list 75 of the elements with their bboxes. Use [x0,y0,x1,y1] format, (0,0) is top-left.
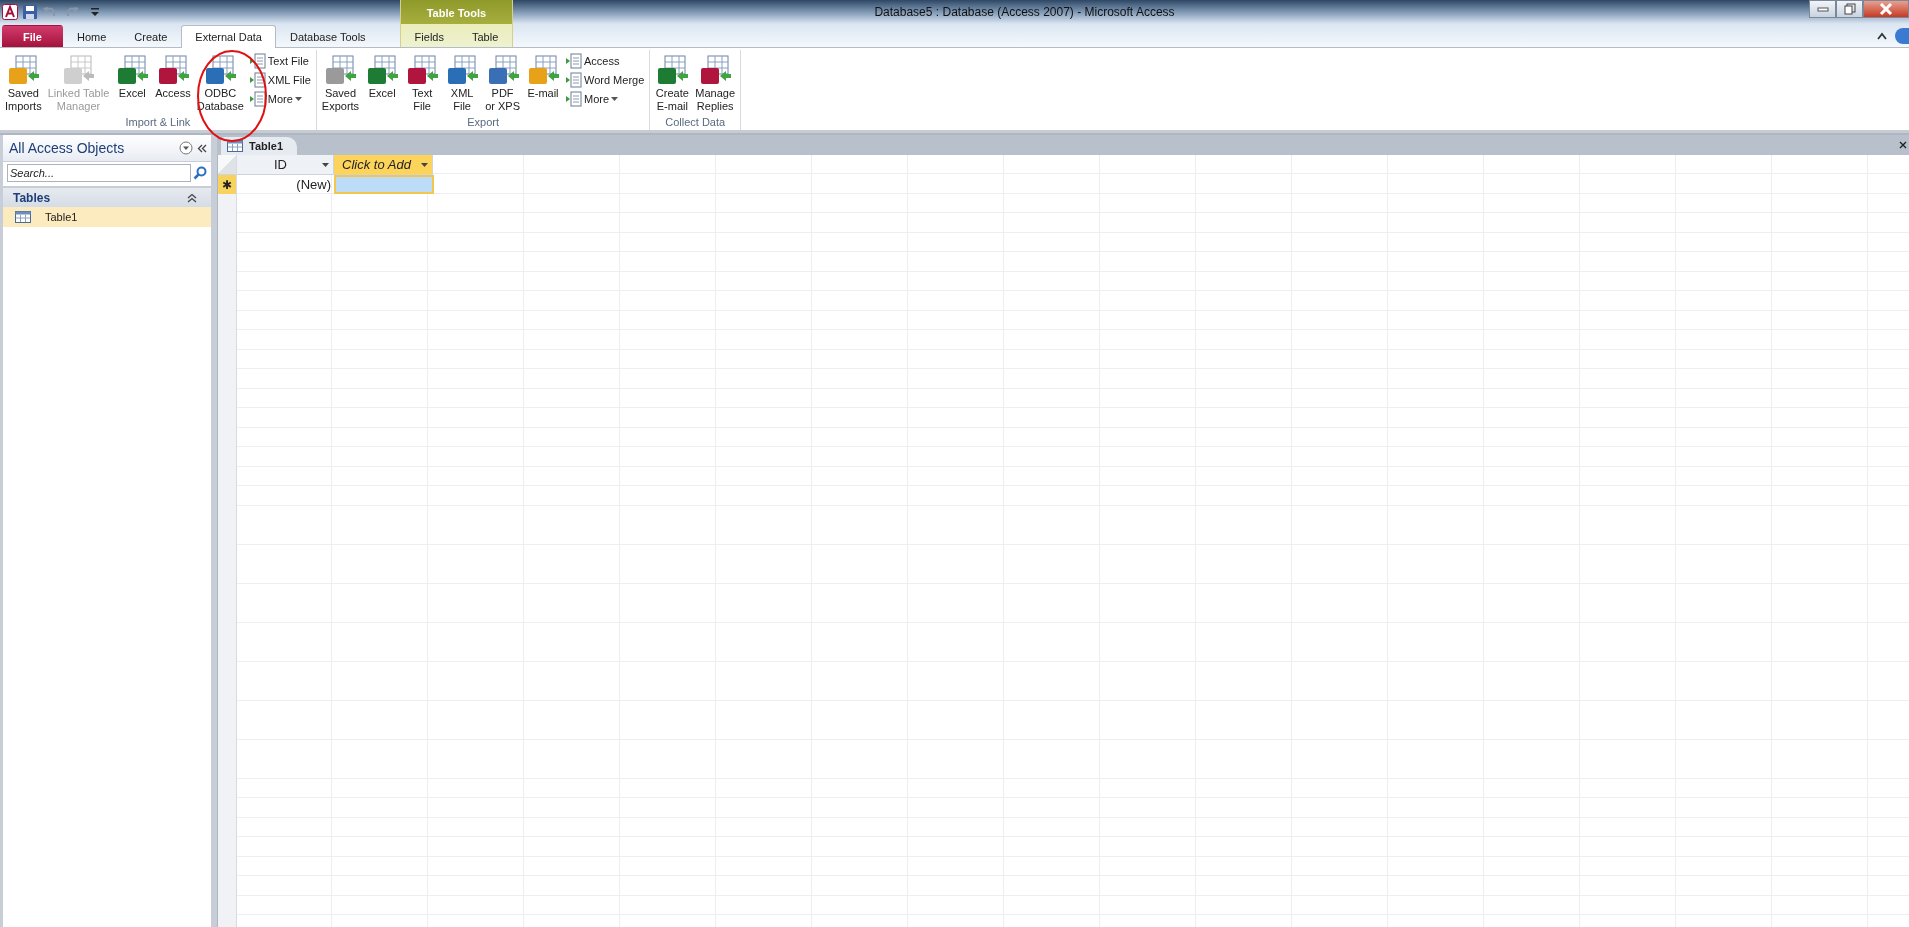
undo-icon[interactable] [42,5,62,19]
customize-toolbar-icon[interactable] [90,6,100,18]
table-arrow-icon [6,54,41,86]
dropdown-caret-icon [421,162,428,167]
dropdown-caret-icon [322,162,329,167]
ribbon-tab[interactable]: External Data [181,25,276,48]
table-arrow-icon [698,54,733,86]
column-header[interactable]: ID [237,155,334,175]
ribbon-button[interactable]: Access [152,50,194,115]
add-column-header[interactable]: Click to Add [334,155,433,175]
table-arrow-icon [405,54,440,86]
collapse-pane-icon[interactable] [197,143,207,153]
table-cell-text: (New) [295,176,332,194]
ribbon-button[interactable]: Saved Imports [2,50,45,115]
ribbon-button[interactable]: Excel [112,50,153,115]
table-arrow-icon [445,54,480,86]
minimize-button[interactable] [1809,0,1836,18]
ribbon-button[interactable]: Word Merge [566,71,645,89]
ribbon-button[interactable]: More [249,90,311,108]
close-button[interactable] [1863,0,1909,18]
save-icon[interactable] [22,4,38,20]
close-document-icon[interactable] [1899,139,1907,151]
search-icon[interactable] [193,166,207,180]
ribbon-button[interactable]: E-mail [523,50,563,115]
ribbon-group-label: Import & Link [124,115,192,130]
navigation-pane-title: All Access Objects [9,140,126,156]
contextual-tab-label: Table Tools [400,0,513,24]
ribbon-button[interactable]: Excel [362,50,403,115]
table-icon [15,211,31,223]
ribbon-tab[interactable]: Create [120,25,182,47]
navigation-item[interactable]: Table1 [3,207,211,227]
table-arrow-icon [526,54,560,86]
table-arrow-icon [115,54,150,86]
ribbon-tab[interactable]: Table [457,25,513,47]
document-icon [566,53,582,69]
ribbon-button[interactable]: XML File [442,50,483,115]
ribbon-tab[interactable]: Fields [400,25,458,47]
document-icon [249,91,266,107]
file-tab[interactable]: File [2,25,63,47]
window-title: Database5 : Database (Access 2007) - Microsoft Access [873,5,1175,19]
dropdown-icon[interactable] [179,141,193,155]
document-icon [566,72,582,88]
ribbon-button[interactable]: XML File [249,71,311,89]
ribbon-tab[interactable]: Home [62,25,121,47]
new-record-selector[interactable]: ✱ [218,175,236,194]
document-icon [249,72,266,88]
restore-button[interactable] [1836,0,1863,18]
search-field[interactable]: Search... [7,164,191,182]
ribbon-button[interactable]: Manage Replies [692,50,739,115]
ribbon-button[interactable]: Access [566,52,645,70]
document-icon [566,91,582,107]
close-icon [1879,3,1893,15]
ribbon-button[interactable]: Create E-mail [652,50,693,115]
ribbon-button[interactable]: PDF or XPS [482,50,523,115]
ribbon-button[interactable]: Text File [249,52,311,70]
ribbon-button[interactable]: Text File [402,50,443,115]
table-arrow-icon [203,54,238,86]
table-arrow-icon [365,54,400,86]
table-icon [227,140,243,152]
ribbon-tab[interactable]: Database Tools [276,25,380,47]
table-arrow-icon [156,54,190,86]
document-icon [249,53,266,69]
minimize-icon [1816,6,1829,12]
document-tab[interactable]: Table1 [221,137,298,155]
table-arrow-icon [323,54,358,86]
active-cell[interactable] [334,175,434,194]
ribbon-group-label: Collect Data [664,115,727,130]
ribbon-group-label: Export [466,115,500,130]
ribbon-button[interactable]: Saved Exports [318,50,363,115]
navigation-group-header[interactable]: Tables [3,188,211,207]
restore-icon [1843,3,1856,15]
table-arrow-icon [61,54,96,86]
ribbon-button[interactable]: More [566,90,645,108]
table-arrow-icon [655,54,690,86]
app-logo-icon [2,4,18,20]
